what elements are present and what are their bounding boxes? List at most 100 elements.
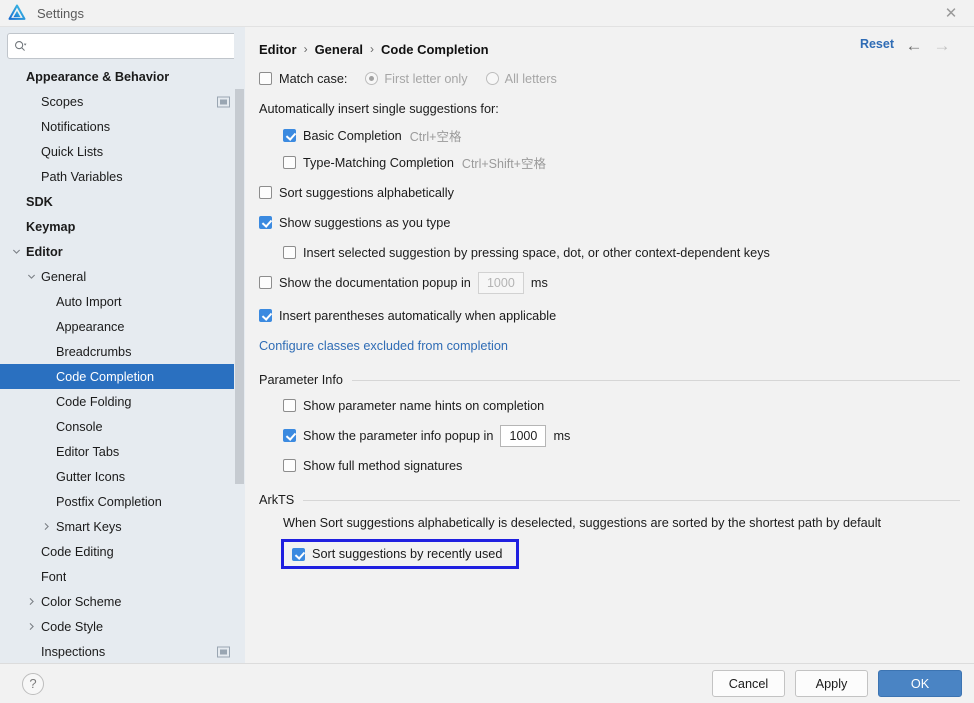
parameter-info-title: Parameter Info: [259, 373, 343, 387]
search-input[interactable]: [32, 39, 231, 53]
sidebar-scrollbar-thumb[interactable]: [235, 89, 244, 484]
help-button[interactable]: ?: [22, 672, 44, 695]
sidebar-item-label: Code Completion: [56, 369, 155, 384]
apply-button[interactable]: Apply: [795, 670, 868, 697]
parameter-name-hints-row: Show parameter name hints on completion: [259, 394, 960, 417]
sidebar-item-breadcrumbs[interactable]: Breadcrumbs: [0, 339, 245, 364]
sidebar-item-font[interactable]: Font: [0, 564, 245, 589]
sidebar-item-keymap[interactable]: Keymap: [0, 214, 245, 239]
match-case-row: Match case: First letter only All letter…: [259, 67, 960, 90]
search-box[interactable]: [7, 33, 238, 59]
documentation-popup-delay-input[interactable]: 1000: [477, 271, 524, 294]
sidebar-item-console[interactable]: Console: [0, 414, 245, 439]
auto-insert-heading-row: Automatically insert single suggestions …: [259, 97, 960, 120]
arkts-note-row: When Sort suggestions alphabetically is …: [259, 511, 960, 534]
sidebar-item-sdk[interactable]: SDK: [0, 189, 245, 214]
radio-first-letter-only[interactable]: [365, 72, 379, 85]
sidebar-item-smart-keys[interactable]: Smart Keys: [0, 514, 245, 539]
close-icon[interactable]: ✕: [928, 0, 974, 27]
sidebar-item-gutter-icons[interactable]: Gutter Icons: [0, 464, 245, 489]
match-case-checkbox[interactable]: [259, 72, 272, 85]
radio-all-letters[interactable]: [485, 72, 499, 85]
cancel-button[interactable]: Cancel: [712, 670, 785, 697]
show-as-you-type-checkbox[interactable]: [259, 216, 272, 229]
insert-parentheses-checkbox[interactable]: [259, 309, 272, 322]
configure-excluded-classes-link[interactable]: Configure classes excluded from completi…: [259, 339, 508, 353]
sidebar-item-code-folding[interactable]: Code Folding: [0, 389, 245, 414]
parameter-name-hints-label: Show parameter name hints on completion: [303, 398, 545, 413]
sidebar-item-path-variables[interactable]: Path Variables: [0, 164, 245, 189]
sidebar-item-code-style[interactable]: Code Style: [0, 614, 245, 639]
sidebar-item-editor-tabs[interactable]: Editor Tabs: [0, 439, 245, 464]
sidebar-item-code-editing[interactable]: Code Editing: [0, 539, 245, 564]
breadcrumb-item[interactable]: Code Completion: [381, 42, 489, 57]
breadcrumb-item[interactable]: Editor: [259, 42, 297, 57]
sort-by-recently-used-focus-box: Sort suggestions by recently used: [281, 539, 520, 569]
section-divider: [303, 499, 960, 501]
sort-alphabetically-checkbox[interactable]: [259, 186, 272, 199]
breadcrumb-separator: ›: [303, 42, 308, 56]
chevron-right-icon[interactable]: [40, 520, 53, 533]
sidebar-item-label: Code Editing: [41, 544, 114, 559]
window-title: Settings: [37, 5, 84, 21]
parameter-name-hints-checkbox[interactable]: [283, 399, 296, 412]
sidebar-item-appearance-behavior[interactable]: Appearance & Behavior: [0, 64, 245, 89]
sidebar-item-editor[interactable]: Editor: [0, 239, 245, 264]
type-matching-completion-shortcut: Ctrl+Shift+空格: [461, 157, 546, 171]
forward-arrow-icon[interactable]: →: [932, 36, 952, 54]
basic-completion-row: Basic Completion Ctrl+空格: [259, 124, 960, 147]
parameter-info-popup-checkbox[interactable]: [283, 429, 296, 442]
insert-selected-suggestion-checkbox[interactable]: [283, 246, 296, 259]
sidebar-item-inspections[interactable]: Inspections: [0, 639, 245, 663]
sidebar-item-auto-import[interactable]: Auto Import: [0, 289, 245, 314]
sidebar-item-label: Auto Import: [56, 294, 122, 309]
type-matching-completion-checkbox[interactable]: [283, 156, 296, 169]
sidebar-item-appearance[interactable]: Appearance: [0, 314, 245, 339]
full-method-signatures-label: Show full method signatures: [303, 458, 463, 473]
sidebar-item-general[interactable]: General: [0, 264, 245, 289]
full-method-signatures-checkbox[interactable]: [283, 459, 296, 472]
sidebar-item-scopes[interactable]: Scopes: [0, 89, 245, 114]
settings-main-pane: Editor › General › Code Completion Reset ← →…: [245, 27, 974, 663]
show-as-you-type-row: Show suggestions as you type: [259, 211, 960, 234]
sidebar-item-label: General: [41, 269, 87, 284]
sidebar-item-label: Gutter Icons: [56, 469, 126, 484]
chevron-down-icon[interactable]: [25, 270, 38, 283]
reset-link[interactable]: Reset: [860, 37, 894, 51]
back-arrow-icon[interactable]: ←: [904, 36, 924, 54]
documentation-popup-checkbox[interactable]: [259, 276, 272, 289]
sidebar-item-color-scheme[interactable]: Color Scheme: [0, 589, 245, 614]
sidebar-item-label: Editor: [26, 244, 63, 259]
sort-by-recently-used-checkbox[interactable]: [292, 547, 305, 561]
sidebar-item-quick-lists[interactable]: Quick Lists: [0, 139, 245, 164]
configure-excluded-classes-row: Configure classes excluded from completi…: [259, 334, 960, 357]
breadcrumb-separator: ›: [369, 42, 374, 56]
sidebar-item-postfix-completion[interactable]: Postfix Completion: [0, 489, 245, 514]
chevron-down-icon[interactable]: [10, 245, 23, 258]
basic-completion-checkbox[interactable]: [283, 129, 296, 142]
parameter-info-popup-unit: ms: [553, 428, 571, 443]
parameter-info-popup-delay-input[interactable]: 1000: [500, 424, 547, 447]
sidebar-item-notifications[interactable]: Notifications: [0, 114, 245, 139]
chevron-right-icon[interactable]: [25, 620, 38, 633]
insert-selected-suggestion-label: Insert selected suggestion by pressing s…: [303, 245, 770, 260]
sidebar-item-label: Console: [56, 419, 103, 434]
module-scope-icon: [217, 646, 230, 657]
sidebar-item-code-completion[interactable]: Code Completion: [0, 364, 245, 389]
breadcrumb-item[interactable]: General: [315, 42, 363, 57]
chevron-right-icon[interactable]: [25, 595, 38, 608]
radio-all-letters-label: All letters: [504, 71, 557, 86]
ok-button[interactable]: OK: [878, 670, 962, 697]
sidebar-scrollbar-track[interactable]: [234, 27, 245, 663]
